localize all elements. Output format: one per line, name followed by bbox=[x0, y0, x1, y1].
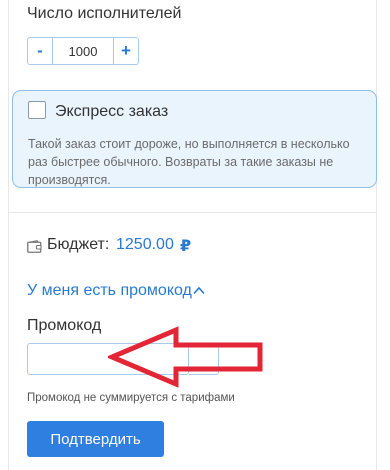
promo-code-note: Промокод не суммируется с тарифами bbox=[27, 392, 235, 404]
promo-code-toggle[interactable]: У меня есть промокод bbox=[27, 282, 192, 300]
wallet-icon bbox=[27, 240, 42, 253]
confirm-button[interactable]: Подтвердить bbox=[27, 421, 164, 457]
express-order-box: Экспресс заказ Такой заказ стоит дороже,… bbox=[12, 90, 377, 188]
performers-stepper: - 1000 + bbox=[27, 37, 139, 65]
budget-label: Бюджет: bbox=[47, 236, 110, 253]
red-arrow-annotation bbox=[108, 326, 263, 388]
panel-right-border bbox=[376, 0, 377, 470]
budget-value: 1250.00 bbox=[116, 236, 174, 253]
currency-sign: ₽ bbox=[180, 238, 192, 255]
performers-label: Число исполнителей bbox=[27, 5, 182, 22]
chevron-up-icon[interactable] bbox=[193, 286, 205, 295]
performers-count-value[interactable]: 1000 bbox=[53, 38, 113, 64]
panel-left-border bbox=[8, 0, 9, 470]
increment-button[interactable]: + bbox=[113, 38, 138, 64]
section-divider bbox=[9, 212, 376, 213]
express-order-description: Такой заказ стоит дороже, но выполняется… bbox=[28, 137, 350, 187]
decrement-button[interactable]: - bbox=[28, 38, 53, 64]
express-order-title[interactable]: Экспресс заказ bbox=[55, 103, 168, 121]
express-order-checkbox[interactable] bbox=[28, 101, 46, 119]
promo-code-label: Промокод bbox=[27, 317, 102, 334]
